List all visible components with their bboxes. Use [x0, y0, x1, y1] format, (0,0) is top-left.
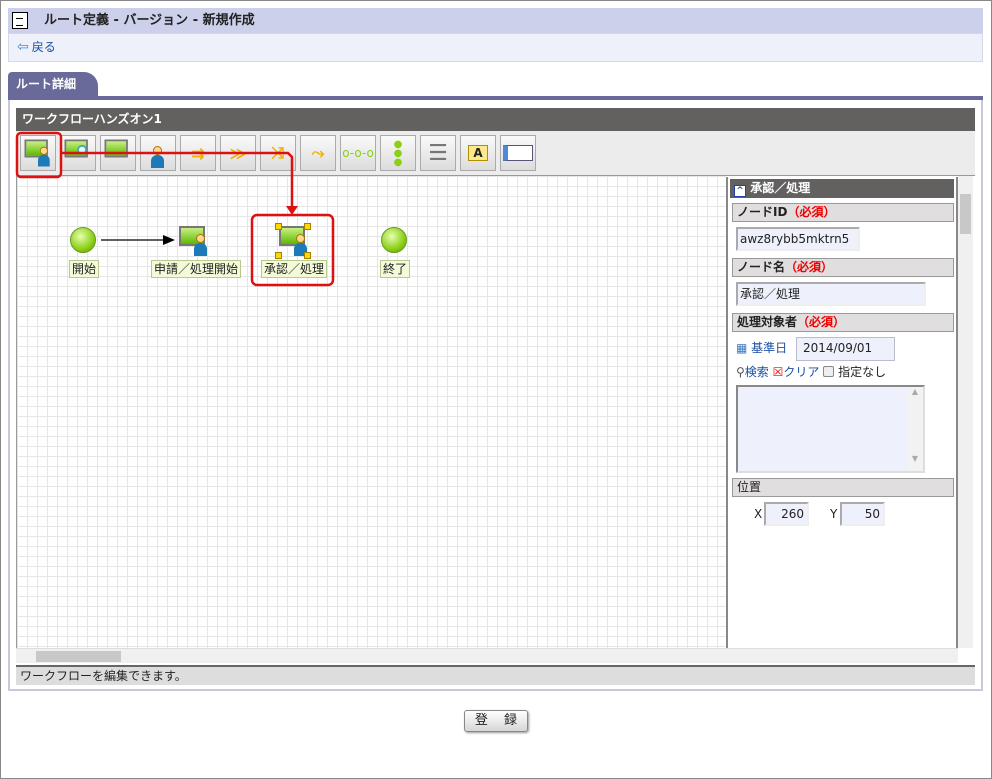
x-label: X [754, 507, 763, 521]
node-name-field[interactable]: 承認／処理 [736, 282, 926, 306]
search-icon: ⚲ [736, 365, 745, 379]
node-id-heading: ノードID（必須） [732, 203, 954, 222]
status-bar: ワークフローを編集できます。 [16, 665, 975, 685]
clipboard-icon [12, 12, 28, 29]
resize-handle[interactable] [275, 223, 282, 230]
merge-icon[interactable]: ≫ [220, 135, 256, 171]
join-icon[interactable]: ⤳ [300, 135, 336, 171]
unspecified-checkbox[interactable]: 指定なし [823, 365, 886, 379]
back-link[interactable]: ⇦ 戻る [17, 39, 56, 55]
text-annotation-icon[interactable]: A [460, 135, 496, 171]
swimlane-icon[interactable] [500, 135, 536, 171]
workflow-canvas[interactable]: 開始 申請／処理開始 承認／処理 終了 [16, 176, 726, 650]
user-node-tool[interactable] [140, 135, 176, 171]
x-field[interactable]: 260 [764, 502, 809, 526]
back-label: 戻る [31, 40, 56, 54]
sequence-icon[interactable]: o-o-o [340, 135, 376, 171]
resize-handle[interactable] [304, 252, 311, 259]
search-button[interactable]: ⚲検索 [736, 365, 769, 379]
user-search-node-tool[interactable] [60, 135, 96, 171]
tab-route-detail[interactable]: ルート詳細 [8, 72, 98, 97]
clear-icon: ☒ [772, 365, 784, 379]
workflow-title: ワークフローハンズオン1 [16, 108, 975, 131]
node-label-start[interactable]: 開始 [69, 260, 100, 278]
vertical-scroll-thumb[interactable] [960, 194, 971, 234]
properties-panel: ^ 承認／処理 ノードID（必須） awz8rybb5mktrn5 ノード名（必… [726, 177, 958, 648]
page-header: ルート定義 - バージョン - 新規作成 [8, 8, 983, 33]
resize-handle[interactable] [304, 223, 311, 230]
system-node-tool[interactable] [100, 135, 136, 171]
apply-node-icon[interactable] [179, 226, 209, 256]
properties-title-text: 承認／処理 [750, 181, 811, 195]
node-label-apply[interactable]: 申請／処理開始 [151, 260, 242, 278]
user-process-node-tool[interactable] [20, 135, 56, 171]
vertical-scrollbar[interactable] [958, 176, 973, 648]
calendar-icon[interactable]: ▦ [736, 341, 747, 355]
horizontal-scrollbar[interactable] [16, 648, 958, 663]
start-node-icon[interactable] [70, 227, 96, 253]
target-actions: ⚲検索 ☒クリア 指定なし [736, 363, 886, 380]
base-date-field[interactable]: 2014/09/01 [796, 337, 895, 361]
node-label-approve[interactable]: 承認／処理 [261, 260, 328, 278]
position-heading: 位置 [732, 478, 954, 497]
target-heading: 処理対象者（必須） [732, 313, 954, 332]
y-label: Y [830, 507, 838, 521]
resize-handle[interactable] [275, 252, 282, 259]
collapse-icon[interactable]: ^ [734, 185, 746, 197]
database-icon[interactable]: ☰ [420, 135, 456, 171]
register-button[interactable]: 登 録 [464, 710, 528, 732]
node-name-heading: ノード名（必須） [732, 258, 954, 277]
connector-arrow[interactable] [101, 234, 181, 246]
target-list-scrollbar[interactable]: ▲ ▼ [907, 387, 923, 471]
properties-title: ^ 承認／処理 [730, 179, 954, 198]
horizontal-scroll-thumb[interactable] [36, 651, 121, 662]
back-bar: ⇦ 戻る [8, 33, 983, 62]
back-arrow-icon: ⇦ [17, 39, 29, 55]
page-title: ルート定義 - バージョン - 新規作成 [44, 13, 255, 28]
end-node-icon[interactable] [381, 227, 407, 253]
branch-merge-icon[interactable]: ⇉ [180, 135, 216, 171]
target-list[interactable]: ▲ ▼ [736, 385, 925, 473]
base-date-label: ▦ 基準日 [736, 341, 788, 355]
node-id-field[interactable]: awz8rybb5mktrn5 [736, 227, 860, 251]
parallel-icon[interactable]: ● ● ● [380, 135, 416, 171]
node-label-end[interactable]: 終了 [380, 260, 411, 278]
y-field[interactable]: 50 [840, 502, 885, 526]
clear-button[interactable]: ☒クリア [773, 365, 820, 379]
branch-icon[interactable]: ⤨ [260, 135, 296, 171]
node-toolbar: ⇉ ≫ ⤨ ⤳ o-o-o ● ● ● ☰ A [16, 131, 975, 176]
